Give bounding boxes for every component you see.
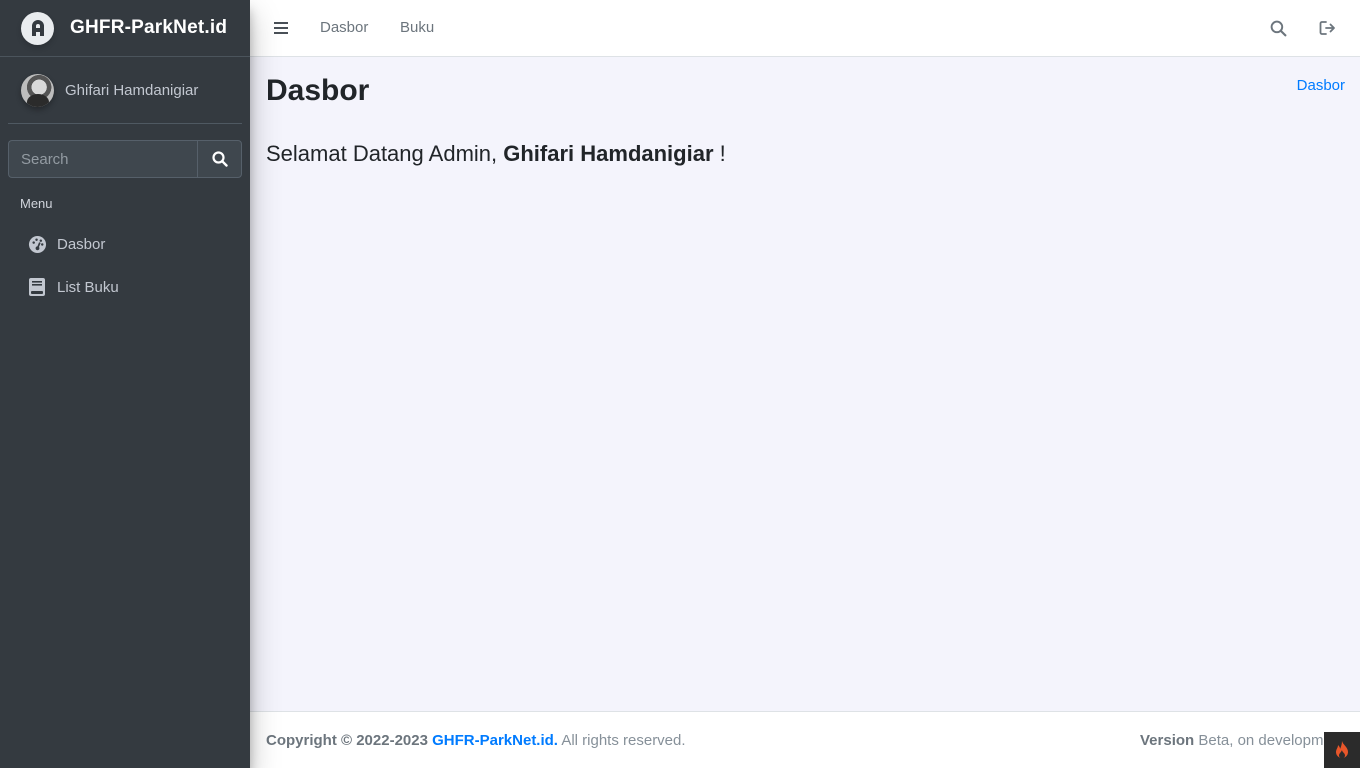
sidebar-item-label: Dasbor xyxy=(57,235,106,253)
logout-icon xyxy=(1319,21,1335,35)
user-panel[interactable]: Ghifari Hamdanigiar xyxy=(8,57,242,124)
navbar-search-button[interactable] xyxy=(1268,18,1288,38)
welcome-message: Selamat Datang Admin, Ghifari Hamdanigia… xyxy=(266,141,726,167)
user-name[interactable]: Ghifari Hamdanigiar xyxy=(65,82,198,99)
copyright-prefix: Copyright © 2022-2023 xyxy=(266,732,433,749)
search-icon xyxy=(211,151,228,167)
book-icon xyxy=(27,277,47,297)
brand-logo-icon xyxy=(21,11,54,45)
footer-brand-link[interactable]: GHFR-ParkNet.id. xyxy=(432,732,558,749)
copyright-suffix: All rights reserved. xyxy=(557,732,686,749)
search-icon xyxy=(1270,20,1286,36)
top-navbar: Dasbor Buku xyxy=(250,0,1360,57)
menu-header: Menu xyxy=(20,196,53,211)
brand-link[interactable]: GHFR-ParkNet.id xyxy=(0,0,250,57)
main-footer: Copyright © 2022-2023 GHFR-ParkNet.id. A… xyxy=(250,711,1360,768)
sidebar-item-label: List Buku xyxy=(57,278,119,296)
debug-toolbar-button[interactable] xyxy=(1324,732,1360,768)
avatar xyxy=(21,73,54,107)
brand-name: GHFR-ParkNet.id xyxy=(70,17,228,38)
sidebar-search-button[interactable] xyxy=(197,140,242,178)
footer-copyright: Copyright © 2022-2023 GHFR-ParkNet.id. A… xyxy=(266,732,686,749)
nav-link-buku[interactable]: Buku xyxy=(400,19,434,36)
welcome-name: Ghifari Hamdanigiar xyxy=(503,141,714,166)
version-value: Beta, on developm xyxy=(1194,732,1324,749)
welcome-prefix: Selamat Datang Admin, xyxy=(266,141,504,166)
dashboard-icon xyxy=(27,234,47,254)
content-wrapper: Dasbor Dasbor Selamat Datang Admin, Ghif… xyxy=(250,57,1360,711)
sidebar-search-input[interactable] xyxy=(8,140,197,178)
page-title: Dasbor xyxy=(266,74,370,107)
flame-icon xyxy=(1336,741,1348,759)
sidebar-item-list-buku[interactable]: List Buku xyxy=(8,267,242,307)
main-sidebar: GHFR-ParkNet.id Ghifari Hamdanigiar Menu xyxy=(0,0,250,768)
sidebar-item-dasbor[interactable]: Dasbor xyxy=(8,224,242,264)
breadcrumb[interactable]: Dasbor xyxy=(1297,77,1345,94)
footer-version: Version Beta, on developm xyxy=(1140,732,1323,749)
hamburger-icon xyxy=(274,22,288,34)
logout-button[interactable] xyxy=(1317,18,1337,38)
welcome-suffix: ! xyxy=(713,141,726,166)
version-label: Version xyxy=(1140,732,1195,749)
nav-link-dasbor[interactable]: Dasbor xyxy=(320,19,368,36)
menu-toggle-button[interactable] xyxy=(272,18,290,38)
sidebar-search xyxy=(8,140,242,178)
